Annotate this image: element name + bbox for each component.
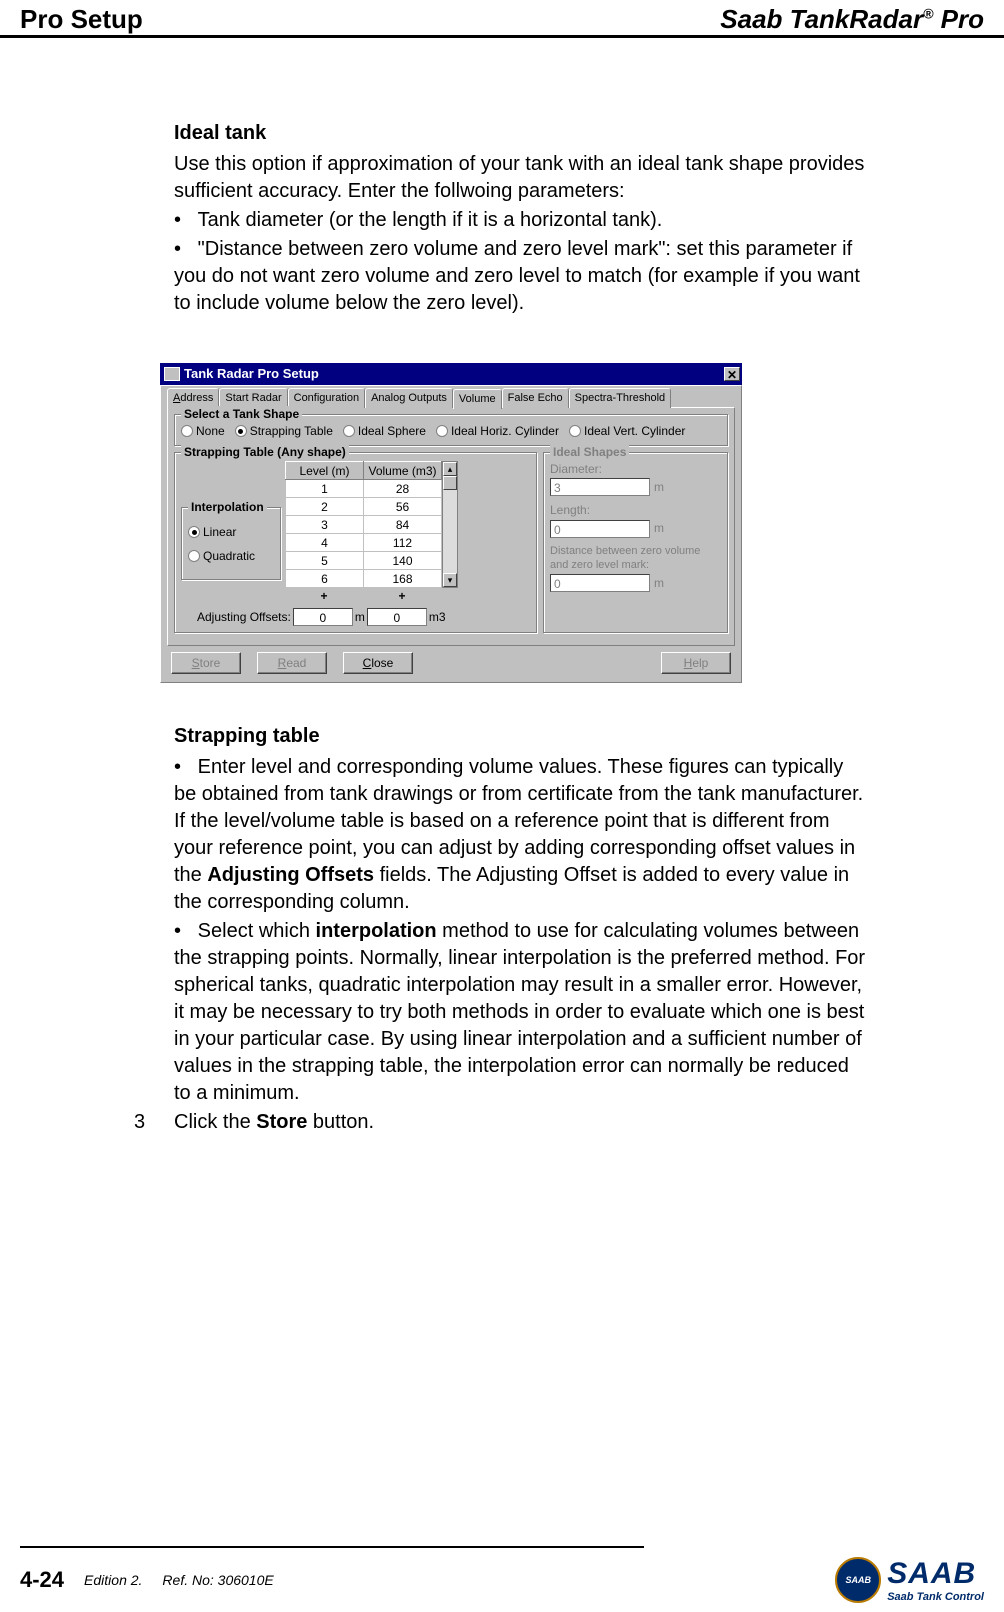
- ref-text: Ref. No: 306010E: [162, 1572, 273, 1588]
- step-3: 3 Click the Store button.: [134, 1109, 869, 1136]
- shape-radio-sphere[interactable]: Ideal Sphere: [343, 423, 426, 439]
- dialog-body: Address Start Radar Configuration Analog…: [160, 385, 742, 683]
- ideal-tank-intro: Use this option if approximation of your…: [174, 151, 869, 205]
- tab-pane-volume: Select a Tank Shape None Strapping Table…: [167, 407, 735, 646]
- strap-para-1: • Enter level and corresponding volume v…: [174, 754, 869, 916]
- help-button[interactable]: Help: [661, 652, 731, 674]
- plus-row: + +: [285, 588, 530, 604]
- table-row: 128: [286, 480, 442, 498]
- interp-legend: Interpolation: [188, 499, 267, 515]
- window-titlebar[interactable]: Tank Radar Pro Setup ✕: [160, 363, 742, 385]
- dist-label: Distance between zero volume and zero le…: [550, 544, 721, 574]
- tab-volume[interactable]: Volume: [453, 389, 502, 409]
- logo-badge-icon: SAAB: [835, 1557, 881, 1603]
- shape-radio-horiz[interactable]: Ideal Horiz. Cylinder: [436, 423, 559, 439]
- logo-text: SAAB: [887, 1557, 984, 1591]
- adjusting-offsets-row: Adjusting Offsets: 0 m 0 m3: [181, 608, 530, 626]
- interp-groupbox: Interpolation Linear Quadratic: [181, 507, 281, 579]
- shape-radio-none[interactable]: None: [181, 423, 225, 439]
- table-row: 256: [286, 498, 442, 516]
- strap-legend: Strapping Table (Any shape): [181, 444, 349, 460]
- header-left: Pro Setup: [20, 4, 143, 35]
- table-scrollbar[interactable]: ▴ ▾: [442, 461, 458, 588]
- tab-false-echo[interactable]: False Echo: [502, 388, 569, 408]
- tab-configuration[interactable]: Configuration: [288, 388, 365, 408]
- shape-radio-vert[interactable]: Ideal Vert. Cylinder: [569, 423, 685, 439]
- close-button[interactable]: Close: [343, 652, 413, 674]
- shape-groupbox: Select a Tank Shape None Strapping Table…: [174, 414, 728, 446]
- page-header: Pro Setup Saab TankRadar® Pro: [0, 0, 1004, 38]
- bullet-1: • Tank diameter (or the length if it is …: [174, 207, 869, 234]
- bullet-2: • "Distance between zero volume and zero…: [174, 236, 869, 317]
- content-area: Ideal tank Use this option if approximat…: [174, 120, 869, 1136]
- tabs-row: Address Start Radar Configuration Analog…: [167, 388, 735, 408]
- store-button[interactable]: Store: [171, 652, 241, 674]
- dist-input: 0: [550, 574, 650, 592]
- table-row: 4112: [286, 534, 442, 552]
- table-row: 6168: [286, 570, 442, 588]
- tab-analog-outputs[interactable]: Analog Outputs: [365, 388, 453, 408]
- th-volume: Volume (m3): [364, 462, 442, 480]
- edition-text: Edition 2.: [84, 1572, 142, 1588]
- ideal-legend: Ideal Shapes: [550, 444, 629, 460]
- read-button[interactable]: Read: [257, 652, 327, 674]
- tab-start-radar[interactable]: Start Radar: [219, 388, 287, 408]
- length-label: Length:: [550, 502, 721, 518]
- shape-legend: Select a Tank Shape: [181, 406, 302, 422]
- interp-quadratic[interactable]: Quadratic: [188, 548, 274, 564]
- shape-radio-strapping[interactable]: Strapping Table: [235, 423, 333, 439]
- scroll-thumb[interactable]: [443, 476, 457, 490]
- page-number: 4-24: [20, 1567, 64, 1593]
- offset-level-input[interactable]: 0: [293, 608, 353, 626]
- ideal-shapes-groupbox: Ideal Shapes Diameter: 3 m Length: 0: [543, 452, 728, 633]
- interp-linear[interactable]: Linear: [188, 524, 274, 540]
- dialog-button-row: Store Read Close Help: [167, 646, 735, 674]
- strapping-groupbox: Strapping Table (Any shape) Interpolatio…: [174, 452, 537, 633]
- table-row: 384: [286, 516, 442, 534]
- dialog-screenshot: Tank Radar Pro Setup ✕ Address Start Rad…: [160, 363, 742, 683]
- saab-logo: SAAB SAAB Saab Tank Control: [835, 1557, 984, 1603]
- window-icon: [164, 367, 180, 381]
- diameter-input: 3: [550, 478, 650, 496]
- diameter-label: Diameter:: [550, 461, 721, 477]
- scroll-down-icon[interactable]: ▾: [443, 573, 457, 587]
- page-footer: 4-24 Edition 2. Ref. No: 306010E SAAB SA…: [0, 1548, 1004, 1612]
- strap-para-2: • Select which interpolation method to u…: [174, 918, 869, 1107]
- window-title: Tank Radar Pro Setup: [184, 365, 319, 383]
- table-row: 5140: [286, 552, 442, 570]
- strapping-table-heading: Strapping table: [174, 723, 869, 750]
- tab-spectra-threshold[interactable]: Spectra-Threshold: [569, 388, 672, 408]
- offset-volume-input[interactable]: 0: [367, 608, 427, 626]
- offsets-label: Adjusting Offsets:: [197, 609, 291, 625]
- ideal-tank-heading: Ideal tank: [174, 120, 869, 147]
- logo-subtext: Saab Tank Control: [887, 1591, 984, 1603]
- close-icon[interactable]: ✕: [724, 367, 740, 381]
- strapping-table[interactable]: Level (m)Volume (m3) 128 256 384 4112 51…: [285, 461, 442, 588]
- scroll-up-icon[interactable]: ▴: [443, 462, 457, 476]
- length-input: 0: [550, 520, 650, 538]
- header-right: Saab TankRadar® Pro: [720, 4, 984, 35]
- th-level: Level (m): [286, 462, 364, 480]
- tab-address[interactable]: Address: [167, 388, 219, 408]
